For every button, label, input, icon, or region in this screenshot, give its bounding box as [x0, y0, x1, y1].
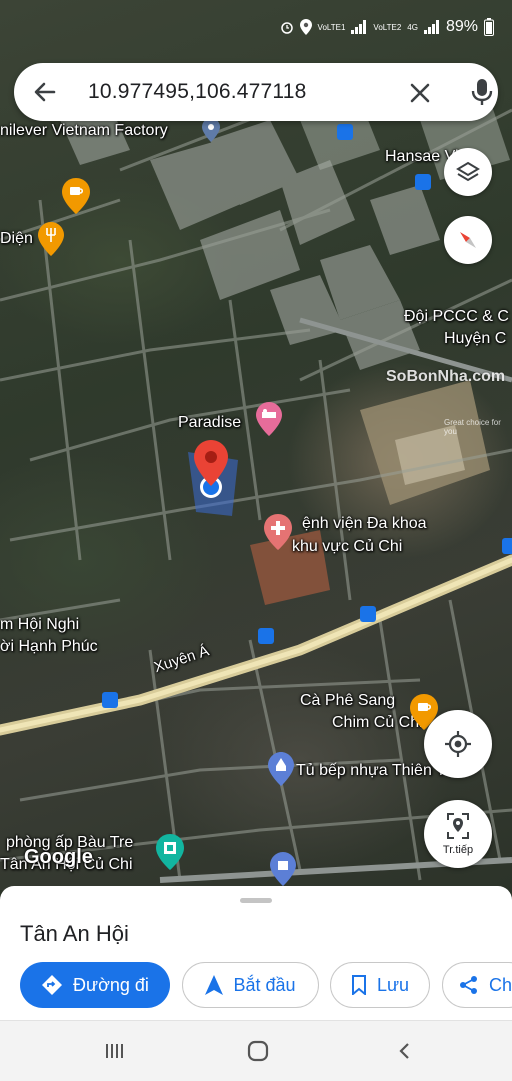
location-status-icon — [299, 19, 312, 35]
shop-pin-icon[interactable] — [268, 752, 294, 786]
label-paradise[interactable]: Paradise — [178, 414, 241, 432]
arrow-left-icon[interactable] — [32, 79, 58, 105]
watermark-logo: SoBonNha.com — [386, 368, 506, 385]
network-1: VoLTE1 — [317, 22, 346, 32]
label-hospital-line2[interactable]: khu vực Củ Chi — [292, 538, 402, 556]
sheet-drag-handle[interactable] — [240, 898, 272, 903]
label-hospital-line1[interactable]: ệnh viện Đa khoa — [302, 515, 427, 533]
compass-button[interactable] — [444, 216, 492, 264]
layers-icon — [456, 161, 480, 182]
save-button[interactable]: Lưu — [330, 962, 430, 1008]
crosshair-icon — [445, 731, 471, 757]
search-bar[interactable]: 10.977495,106.477118 — [14, 63, 498, 121]
back-nav-icon[interactable] — [396, 1041, 414, 1061]
map-view[interactable]: nilever Vietnam Factory Hansae Vi Diện Đ… — [0, 0, 512, 890]
label-pccc-line2[interactable]: Huyện C — [444, 330, 506, 348]
label-dien[interactable]: Diện — [0, 230, 33, 248]
hospital-pin-icon[interactable] — [264, 514, 292, 550]
close-icon[interactable] — [408, 81, 432, 105]
system-nav-bar — [0, 1020, 512, 1081]
signal-2-icon — [423, 20, 439, 34]
navigation-arrow-icon — [205, 975, 224, 995]
home-icon[interactable] — [246, 1039, 270, 1063]
street-view-icon — [447, 813, 469, 839]
label-cafe-line1[interactable]: Cà Phê Sang — [300, 692, 395, 710]
shopping-pin-icon[interactable] — [270, 852, 296, 886]
share-label: Ch — [489, 974, 512, 995]
search-query[interactable]: 10.977495,106.477118 — [88, 80, 307, 104]
my-location-button[interactable] — [424, 710, 492, 778]
compass-icon — [460, 232, 476, 248]
share-icon — [460, 976, 477, 994]
battery-icon — [484, 18, 494, 36]
start-label: Bắt đầu — [233, 974, 296, 995]
next-button[interactable]: Tr.tiếp — [424, 800, 492, 868]
status-bar: VoLTE1 VoLTE2 4G 89% — [0, 0, 512, 60]
battery-percent: 89% — [445, 18, 478, 35]
place-sheet[interactable]: Tân An Hội Đường đi Bắt đầu Lưu Ch — [0, 886, 512, 1020]
network-type: 4G — [407, 22, 418, 32]
directions-button[interactable]: Đường đi — [20, 962, 170, 1008]
layers-button[interactable] — [444, 148, 492, 196]
directions-icon — [42, 975, 63, 995]
dropped-pin-icon[interactable] — [194, 440, 228, 486]
microphone-icon[interactable] — [469, 78, 495, 106]
network-2: VoLTE2 — [373, 22, 402, 32]
hotel-pin-icon[interactable] — [256, 402, 282, 436]
save-label: Lưu — [376, 974, 410, 995]
alarm-icon — [280, 22, 293, 34]
start-button[interactable]: Bắt đầu — [182, 962, 319, 1008]
label-unilever[interactable]: nilever Vietnam Factory — [0, 122, 168, 140]
bookmark-icon — [351, 975, 366, 995]
label-hoinghi-line1[interactable]: m Hội Nghi — [0, 616, 79, 634]
directions-label: Đường đi — [73, 974, 149, 995]
label-hoinghi-line2[interactable]: ời Hạnh Phúc — [0, 638, 98, 656]
place-title: Tân An Hội — [20, 921, 129, 946]
office-pin-icon[interactable] — [156, 834, 184, 870]
label-pccc-line1[interactable]: Đội PCCC & C — [404, 308, 509, 326]
recent-apps-icon[interactable] — [104, 1041, 126, 1061]
landmark-pin-icon[interactable] — [202, 118, 220, 142]
share-button[interactable]: Ch — [442, 962, 512, 1008]
watermark-subtitle: Great choice for you — [444, 418, 501, 436]
next-label: Tr.tiếp — [442, 844, 474, 856]
restaurant-pin-icon[interactable] — [38, 222, 64, 256]
coffee-pin-icon[interactable] — [62, 178, 90, 214]
signal-1-icon — [351, 20, 367, 34]
google-logo: Google — [24, 846, 93, 868]
